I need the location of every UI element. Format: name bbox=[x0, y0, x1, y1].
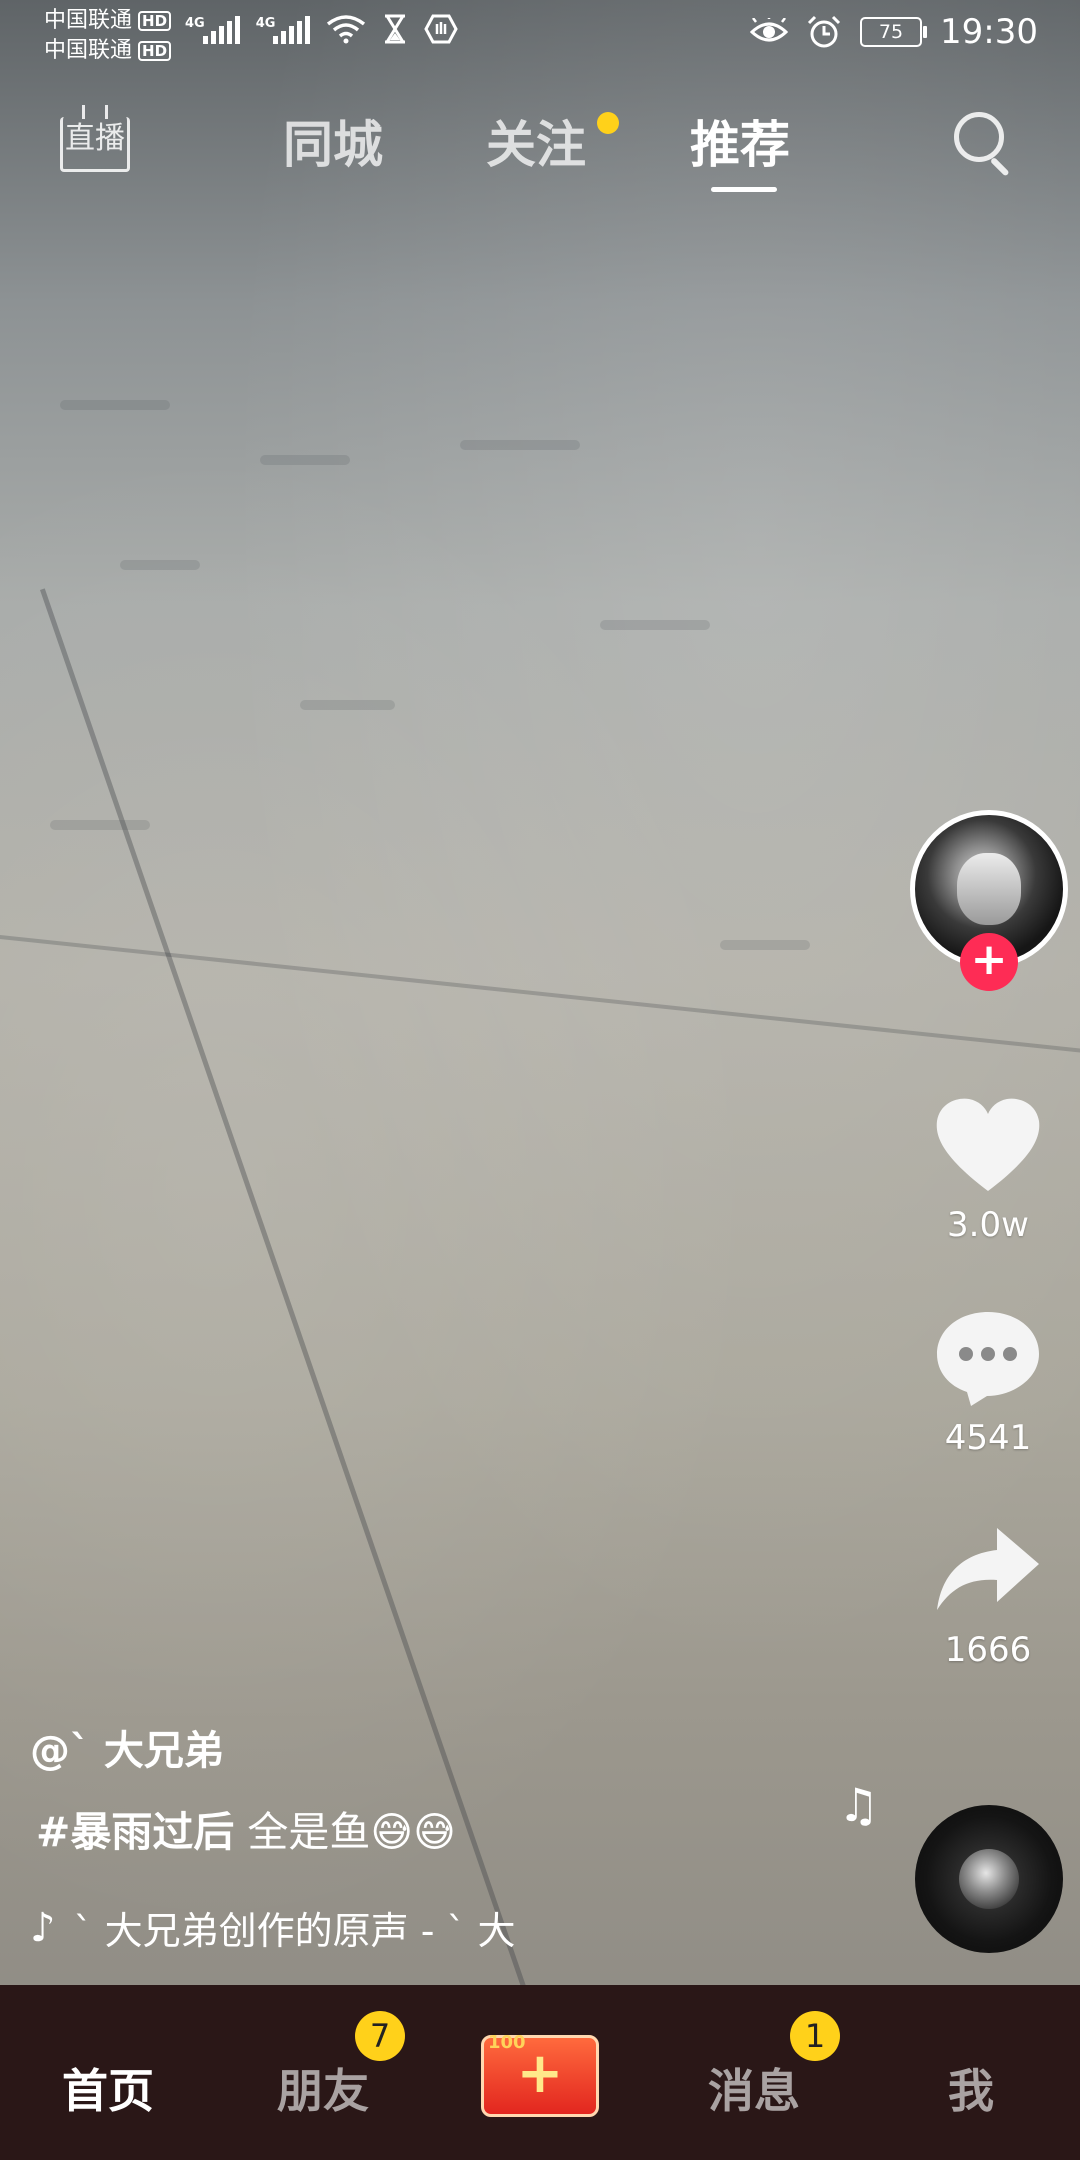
ripple bbox=[600, 620, 710, 630]
messages-badge: 1 bbox=[790, 2011, 840, 2061]
heart-icon bbox=[936, 1098, 1040, 1191]
ripple bbox=[60, 400, 170, 410]
signal-icon: 4G bbox=[185, 16, 240, 44]
tab-local[interactable]: 同城 bbox=[283, 105, 383, 177]
bottom-nav: 首页 朋友 7 100 + 消息 1 我 bbox=[0, 1985, 1080, 2160]
alarm-icon bbox=[807, 15, 841, 48]
music-title: ˋ 大兄弟创作的原声 - ˋ 大 bbox=[73, 1909, 516, 1953]
caption-text: 全是鱼😅😅 bbox=[234, 1808, 456, 1856]
wifi-icon bbox=[327, 15, 366, 44]
avatar-face bbox=[957, 853, 1021, 925]
hourglass-icon bbox=[385, 14, 406, 44]
signal-icons: 4G 4G bbox=[185, 14, 459, 44]
hd-badge: HD bbox=[138, 11, 172, 31]
hashtag-link[interactable]: #暴雨过后 bbox=[36, 1808, 234, 1856]
share-arrow-icon bbox=[937, 1528, 1039, 1610]
nav-messages[interactable]: 消息 bbox=[708, 2055, 800, 2121]
video-screen[interactable]: 中国联通 HD 中国联通 HD 4G 4G 75 19:30 直播 同城 关注 … bbox=[0, 0, 1080, 2160]
tab-recommend[interactable]: 推荐 bbox=[690, 105, 790, 177]
author-name[interactable]: @ˋ 大兄弟 bbox=[30, 1718, 224, 1776]
top-nav: 直播 同城 关注 推荐 bbox=[0, 95, 1080, 195]
tab-following[interactable]: 关注 bbox=[486, 105, 586, 177]
ripple bbox=[120, 560, 200, 570]
ripple bbox=[720, 940, 810, 950]
carrier-label: 中国联通 bbox=[44, 38, 133, 63]
search-icon bbox=[954, 112, 1004, 162]
carrier-info: 中国联通 HD 中国联通 HD bbox=[44, 6, 172, 66]
like-button[interactable]: 3.0w bbox=[930, 1095, 1046, 1245]
like-count: 3.0w bbox=[947, 1205, 1029, 1245]
signal-icon: 4G bbox=[256, 16, 311, 44]
floating-music-note-icon: ♫ bbox=[838, 1778, 880, 1832]
music-disc-button[interactable] bbox=[915, 1805, 1063, 1953]
status-bar: 中国联通 HD 中国联通 HD 4G 4G 75 19:30 bbox=[0, 0, 1080, 70]
nav-friends[interactable]: 朋友 bbox=[277, 2055, 369, 2121]
ripple bbox=[50, 820, 150, 830]
friends-badge: 7 bbox=[355, 2011, 405, 2061]
share-count: 1666 bbox=[944, 1630, 1032, 1670]
comment-icon bbox=[937, 1312, 1039, 1406]
search-icon-handle bbox=[989, 156, 1010, 177]
live-button[interactable]: 直播 bbox=[60, 105, 130, 177]
active-tab-indicator bbox=[711, 187, 777, 192]
share-button[interactable]: 1666 bbox=[930, 1520, 1046, 1670]
ripple bbox=[260, 455, 350, 465]
ripple bbox=[300, 700, 395, 710]
video-caption: #暴雨过后 全是鱼😅😅 bbox=[36, 1798, 456, 1858]
ground-crack bbox=[40, 588, 560, 2084]
music-info[interactable]: ♪ ˋ 大兄弟创作的原声 - ˋ 大 bbox=[30, 1900, 516, 1955]
create-button[interactable]: 100 + bbox=[481, 2032, 599, 2117]
nav-home[interactable]: 首页 bbox=[62, 2055, 154, 2121]
status-right: 75 19:30 bbox=[750, 12, 1038, 52]
nav-me[interactable]: 我 bbox=[948, 2055, 994, 2121]
plus-icon: + bbox=[516, 2041, 564, 2106]
battery-icon: 75 bbox=[860, 17, 928, 47]
clock: 19:30 bbox=[940, 12, 1038, 52]
hd-badge: HD bbox=[138, 41, 172, 61]
comment-count: 4541 bbox=[944, 1418, 1032, 1458]
live-icon: 直播 bbox=[60, 117, 130, 172]
carrier-label: 中国联通 bbox=[44, 8, 133, 33]
comment-button[interactable]: 4541 bbox=[930, 1308, 1046, 1458]
tiktok-note-icon: ♪ bbox=[30, 1904, 56, 1951]
following-new-dot bbox=[597, 112, 619, 134]
disc-cover bbox=[959, 1849, 1019, 1909]
ripple bbox=[460, 440, 580, 450]
follow-button[interactable]: + bbox=[960, 933, 1018, 991]
app-shield-icon bbox=[424, 14, 459, 44]
eye-comfort-icon bbox=[750, 18, 789, 42]
search-button[interactable] bbox=[952, 110, 1016, 177]
